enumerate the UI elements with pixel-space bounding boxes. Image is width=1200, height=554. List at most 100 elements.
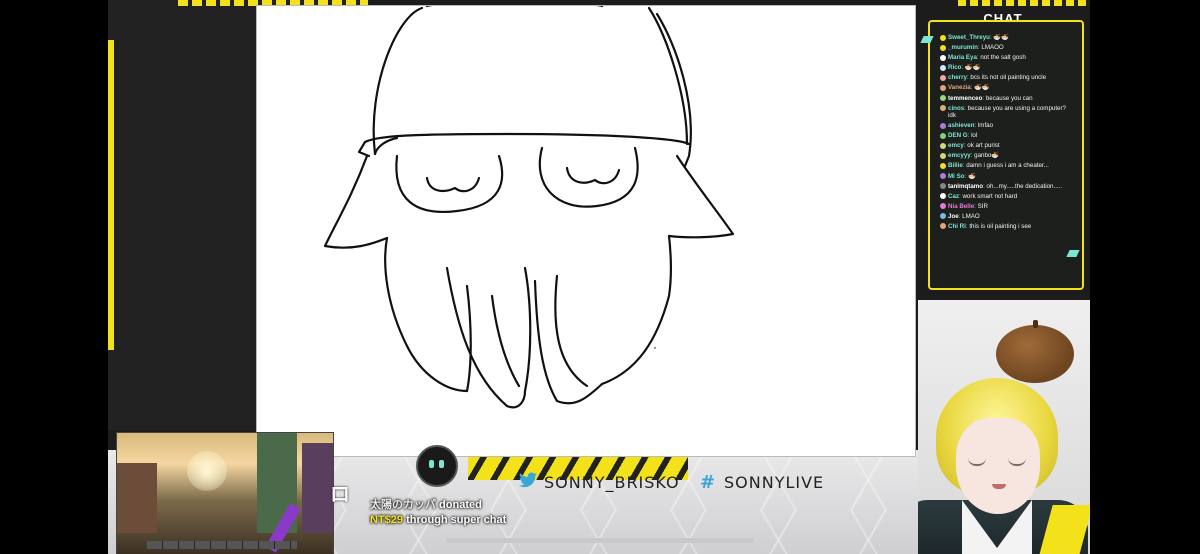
chat-text: work smart not hard [962, 192, 1018, 200]
chat-username[interactable]: Maria Eya [948, 54, 977, 61]
chat-text: this is oil painting i see [969, 222, 1032, 230]
donor-name: 太陽のカッパ [370, 499, 436, 511]
avatar-face [956, 418, 1040, 514]
chat-username[interactable]: temmenceo [948, 95, 982, 102]
chat-message: Rico: 🍜🍜 [940, 64, 1074, 71]
avatar-eye-right [1008, 458, 1026, 466]
twitter-handle-text: SONNY_BRISKO [544, 472, 680, 492]
chat-username[interactable]: emcy [948, 142, 964, 149]
chat-avatar-icon [940, 74, 946, 81]
home-indicator[interactable] [446, 538, 754, 543]
chat-avatar-icon [940, 122, 946, 129]
chat-avatar-icon [940, 142, 946, 149]
avatar-beret-stem [1033, 320, 1038, 328]
chat-message: Joe: LMAO [940, 213, 1074, 220]
chat-username[interactable]: Vanezia [948, 84, 971, 91]
chat-username[interactable]: cherry [948, 74, 967, 81]
chat-username[interactable]: Billie [948, 162, 963, 169]
chat-avatar-icon [940, 84, 946, 91]
chat-avatar-icon [940, 173, 946, 180]
chat-avatar-icon [940, 213, 946, 220]
chat-text: LMAOO [981, 44, 1004, 52]
hashtag-icon: # [699, 471, 717, 493]
letterbox-right [1090, 0, 1200, 554]
chat-avatar-icon [940, 203, 946, 210]
chat-username[interactable]: _murumin [948, 44, 978, 51]
frame-accent [108, 40, 114, 350]
letterbox-left [0, 0, 108, 554]
chat-text: LMAO [962, 212, 980, 220]
chat-username[interactable]: Sweet_Threyu [948, 34, 990, 41]
chat-username[interactable]: Mi So [948, 173, 965, 180]
chat-message: temmenceo: because you can [940, 95, 1074, 102]
donation-suffix: through super chat [403, 514, 507, 526]
chat-text: ok art purist [967, 142, 1000, 150]
chat-text: oh...my.....the dedication..... [986, 182, 1063, 190]
chat-message-list: Sweet_Threyu: 🍜🍜 _murumin: LMAOO Maria Eya… [940, 34, 1074, 233]
game-preview [116, 432, 334, 554]
twitter-bird-icon [518, 472, 538, 493]
chat-message: emcy: ok art purist [940, 142, 1074, 149]
chat-message: Billie: damn i guess i am a cheater... [940, 162, 1074, 169]
chat-avatar-icon [940, 152, 946, 159]
chat-avatar-icon [940, 162, 946, 169]
chat-text: bcs its not oil painting uncle [970, 74, 1047, 82]
chat-message: cherry: bcs its not oil painting uncle [940, 74, 1074, 81]
chat-avatar-icon [940, 132, 946, 139]
chat-message: _murumin: LMAOO [940, 44, 1074, 51]
chat-text: lol [971, 132, 978, 140]
hashtag-text: SONNYLIVE [724, 472, 825, 492]
avatar-beret [996, 325, 1074, 383]
chat-username[interactable]: DEN G [948, 132, 968, 139]
avatar-eye-left [968, 458, 986, 466]
chat-message: DEN G: lol [940, 132, 1074, 139]
chat-username[interactable]: Joe [948, 213, 959, 220]
hashtag: # SONNYLIVE [698, 470, 824, 494]
chat-message: Maria Eya: not the salt gosh [940, 54, 1074, 61]
drawing-canvas[interactable] [256, 5, 916, 457]
chat-username[interactable]: Chi Ri [948, 223, 966, 230]
chat-avatar-icon [940, 183, 946, 190]
chat-avatar-icon [940, 54, 946, 61]
game-hotbar [147, 541, 297, 549]
chat-message: Mi So: 🍜 [940, 173, 1074, 180]
chat-username[interactable]: Caz [948, 193, 959, 200]
chat-corner-accent [920, 36, 934, 43]
frame-stripe-top-right [958, 0, 1090, 6]
chat-avatar-icon [940, 95, 946, 102]
game-sun [187, 451, 227, 491]
chat-panel[interactable]: Sweet_Threyu: 🍜🍜 _murumin: LMAOO Maria Eya… [920, 20, 1084, 290]
chat-message: ashieven: lmfao [940, 122, 1074, 129]
donation-alert: 太陽のカッパ donated NT$29 through super chat [370, 498, 520, 528]
frame-panel [108, 0, 258, 430]
chat-text: damn i guess i am a cheater... [966, 162, 1049, 170]
chat-text: because you can [985, 94, 1033, 102]
chat-message: Vanezia: 🍜🍜 [940, 84, 1074, 91]
chat-message: Nia Belle: SIR [940, 203, 1074, 210]
chat-avatar-icon [940, 223, 946, 230]
avatar-mouth [992, 484, 1006, 489]
chat-message: tanlmqtamo: oh...my.....the dedication..… [940, 183, 1074, 190]
donation-verb: donated [436, 499, 482, 511]
chat-text: 🍜🍜 [974, 84, 990, 92]
chat-message: Sweet_Threyu: 🍜🍜 [940, 34, 1074, 41]
chat-username[interactable]: Rico [948, 64, 961, 71]
squid-sketch [323, 6, 735, 409]
chat-username[interactable]: cinos [948, 105, 964, 112]
chat-username[interactable]: emcyyy [948, 152, 971, 159]
chat-username[interactable]: tanlmqtamo [948, 183, 983, 190]
chat-avatar-icon [940, 193, 946, 200]
stream-video[interactable]: CHAT Sweet_Threyu: 🍜🍜 _murumin: LMAOO Mari… [108, 0, 1090, 554]
vtuber-avatar [918, 300, 1090, 554]
chat-corner-accent [1066, 250, 1080, 257]
game-building [302, 443, 333, 533]
bot-avatar-icon [416, 445, 458, 487]
chat-avatar-icon [940, 64, 946, 71]
chat-message: Caz: work smart not hard [940, 193, 1074, 200]
twitter-handle: SONNY_BRISKO [518, 470, 680, 494]
chat-username[interactable]: Nia Belle [948, 203, 974, 210]
chat-message: cinos: because you are using a computer?… [940, 105, 1074, 120]
chat-text: ganbo🍜 [974, 152, 1000, 160]
chat-username[interactable]: ashieven [948, 122, 974, 129]
chat-text: 🍜 [967, 172, 976, 180]
